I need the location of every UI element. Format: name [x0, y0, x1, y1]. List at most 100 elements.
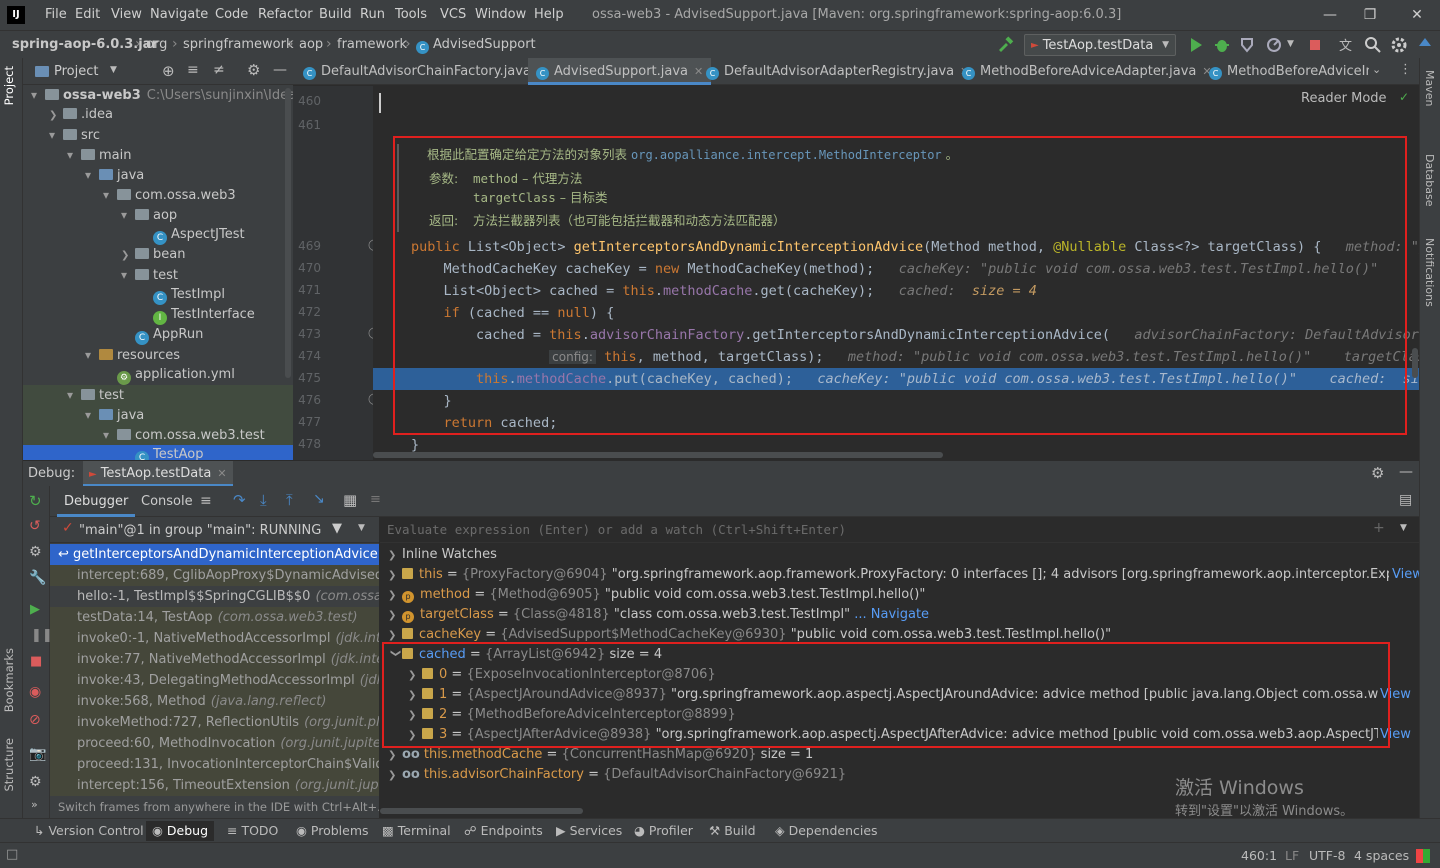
expand-all-icon[interactable]: ≡ — [187, 62, 199, 78]
chevron-down-icon[interactable]: ▾ — [85, 345, 99, 365]
chevron-down-icon[interactable]: ▾ — [85, 165, 99, 185]
resume-icon[interactable]: ▶ — [30, 602, 40, 617]
evaluate-table-icon[interactable]: ▦ — [343, 491, 357, 509]
run-icon[interactable] — [1186, 35, 1206, 55]
tool-build[interactable]: ⚒ Build — [709, 823, 756, 838]
close-tab-icon[interactable]: ✕ — [694, 65, 703, 78]
search-icon[interactable] — [1363, 35, 1383, 55]
code-editor[interactable]: Reader Mode ✓ 根据此配置确定给定方法的对象列表 org.aopal… — [373, 86, 1419, 460]
more-options-icon[interactable]: ⋮ — [1399, 62, 1412, 77]
add-watch-icon[interactable]: + — [1373, 520, 1385, 536]
tree-node[interactable]: ▾ aop — [121, 205, 177, 225]
trace-icon[interactable]: ≡ — [370, 492, 381, 507]
stack-frame[interactable]: hello:-1, TestImpl$$SpringCGLIB$$0 (com.o… — [50, 586, 379, 607]
menu-build[interactable]: Build — [319, 7, 352, 22]
stack-frame[interactable]: intercept:689, CglibAopProxy$DynamicAdvi… — [50, 565, 379, 586]
tree-node[interactable]: ▾ main — [67, 145, 131, 165]
variable-advisorchainfactory[interactable]: ❯ oo this.advisorChainFactory = {DefaultAd… — [388, 765, 846, 785]
modify-run-config-icon[interactable]: ⚙ — [29, 544, 42, 560]
breadcrumb-class[interactable]: C AdvisedSupport — [416, 37, 536, 54]
variable-methodcache[interactable]: ❯ oo this.methodCache = {ConcurrentHashMap… — [388, 745, 813, 765]
variable-targetclass[interactable]: ❯ p targetClass = {Class@4818} "class com.… — [388, 605, 929, 625]
menu-vcs[interactable]: VCS — [440, 7, 466, 22]
tree-node[interactable]: ▾ java — [85, 165, 144, 185]
tree-node[interactable]: ▾ test — [23, 385, 293, 405]
run-configuration-selector[interactable]: ► TestAop.testData ▼ — [1024, 34, 1176, 56]
tool-todo[interactable]: ≡ TODO — [227, 823, 278, 838]
breadcrumb-springframework[interactable]: springframework — [183, 37, 293, 52]
menu-view[interactable]: View — [111, 7, 142, 22]
horizontal-scrollbar[interactable] — [380, 808, 583, 814]
evaluate-expression-input[interactable]: Evaluate expression (Enter) or add a wat… — [380, 517, 1419, 543]
menu-lines-icon[interactable]: ≡ — [200, 493, 212, 509]
chevron-down-icon[interactable]: ▾ — [103, 425, 117, 445]
tree-node[interactable]: ▾ resources — [85, 345, 180, 365]
chevron-down-icon[interactable]: ▾ — [121, 265, 135, 285]
restore-icon[interactable]: ❐ — [1358, 4, 1382, 26]
rerun-icon[interactable]: ↻ — [29, 492, 42, 510]
thread-selector[interactable]: ✓ "main"@1 in group "main": RUNNING ▼ ▼ — [50, 517, 379, 543]
gear-icon[interactable]: ⚙ — [247, 61, 260, 79]
settings-icon[interactable]: ⚙ — [29, 774, 42, 790]
tool-profiler[interactable]: ◕ Profiler — [634, 823, 693, 838]
side-tab-maven[interactable]: Maven — [1423, 70, 1436, 106]
indent-setting[interactable]: 4 spaces — [1354, 848, 1409, 863]
view-link[interactable]: View — [1389, 565, 1419, 585]
menu-window[interactable]: Window — [475, 7, 526, 22]
hide-icon[interactable]: — — [273, 62, 287, 78]
horizontal-scrollbar[interactable] — [373, 452, 943, 458]
gear-icon[interactable]: ⚙ — [1371, 464, 1384, 482]
close-tab-icon[interactable]: ✕ — [217, 467, 226, 480]
chevron-down-icon[interactable]: ▼ — [110, 65, 117, 75]
chevron-right-icon[interactable]: ❯ — [49, 106, 63, 126]
profile-icon[interactable] — [1264, 35, 1284, 55]
hide-icon[interactable]: — — [1399, 464, 1413, 480]
navigate-link[interactable]: ... Navigate — [854, 607, 929, 622]
stack-frame[interactable]: ↩ getInterceptorsAndDynamicInterceptionA… — [50, 544, 379, 565]
menu-edit[interactable]: Edit — [75, 7, 100, 22]
side-tab-project[interactable]: Project — [2, 66, 16, 105]
tree-node[interactable]: I TestInterface — [139, 305, 255, 325]
chevron-down-icon[interactable]: ▾ — [49, 125, 63, 145]
tool-version-control[interactable]: ↳ Version Control — [34, 823, 144, 838]
step-out-icon[interactable]: ⤒ — [286, 491, 293, 509]
more-icon[interactable]: » — [31, 798, 38, 811]
menu-run[interactable]: Run — [360, 7, 385, 22]
chevron-right-icon[interactable]: ❯ — [121, 246, 135, 266]
menu-tools[interactable]: Tools — [395, 7, 427, 22]
caret-position[interactable]: 460:1 — [1241, 848, 1277, 863]
stack-frame[interactable]: invoke:568, Method (java.lang.reflect) — [50, 691, 379, 712]
chevron-down-icon[interactable]: ▾ — [85, 405, 99, 425]
mute-breakpoints-icon[interactable]: ⊘ — [29, 712, 41, 728]
menu-file[interactable]: File — [45, 7, 67, 22]
rerun-failed-icon[interactable]: ↺ — [29, 518, 41, 534]
tool-debug[interactable]: ◉ Debug — [146, 821, 214, 841]
chevron-down-icon[interactable]: ▾ — [67, 145, 81, 165]
wrench-icon[interactable]: 🔧 — [29, 570, 46, 586]
tool-dependencies[interactable]: ◈ Dependencies — [775, 823, 878, 838]
chevron-down-icon[interactable]: ▼ — [358, 523, 365, 533]
stack-frame[interactable]: proceed:60, MethodInvocation (org.junit.j… — [50, 733, 379, 754]
tree-node[interactable]: ❯ bean — [121, 245, 185, 265]
menu-code[interactable]: Code — [215, 7, 248, 22]
coverage-icon[interactable] — [1238, 35, 1258, 55]
file-encoding[interactable]: UTF-8 — [1309, 848, 1345, 863]
breadcrumb-aop[interactable]: aop — [299, 37, 323, 52]
tree-node[interactable]: ▾ java — [23, 405, 293, 425]
tool-endpoints[interactable]: ☍ Endpoints — [464, 823, 543, 838]
stack-frame[interactable]: invokeMethod:727, ReflectionUtils (org.ju… — [50, 712, 379, 733]
chevron-down-icon[interactable]: ▾ — [31, 85, 45, 105]
tab-method-before-advice-adapter[interactable]: C MethodBeforeAdviceAdapter.java ✕ — [962, 58, 1212, 85]
stop-icon[interactable]: ■ — [30, 654, 42, 669]
tree-node[interactable]: ⚙ application.yml — [103, 365, 235, 385]
chevron-down-icon[interactable]: ▾ — [121, 205, 135, 225]
tree-node[interactable]: ▾ com.ossa.web3.test — [23, 425, 293, 445]
side-tab-database[interactable]: Database — [1423, 154, 1436, 207]
tab-debugger[interactable]: Debugger — [57, 486, 136, 517]
breadcrumb-framework[interactable]: framework — [337, 37, 407, 52]
tree-node[interactable]: ▾ src — [49, 125, 100, 145]
reader-mode-toggle[interactable]: Reader Mode — [1295, 90, 1393, 107]
tab-default-advisor-adapter-registry[interactable]: CDefaultAdvisorAdapterRegistry.java✕ — [706, 58, 969, 85]
filter-icon[interactable]: ▼ — [332, 521, 342, 536]
tree-node[interactable]: C AppRun — [121, 325, 203, 345]
